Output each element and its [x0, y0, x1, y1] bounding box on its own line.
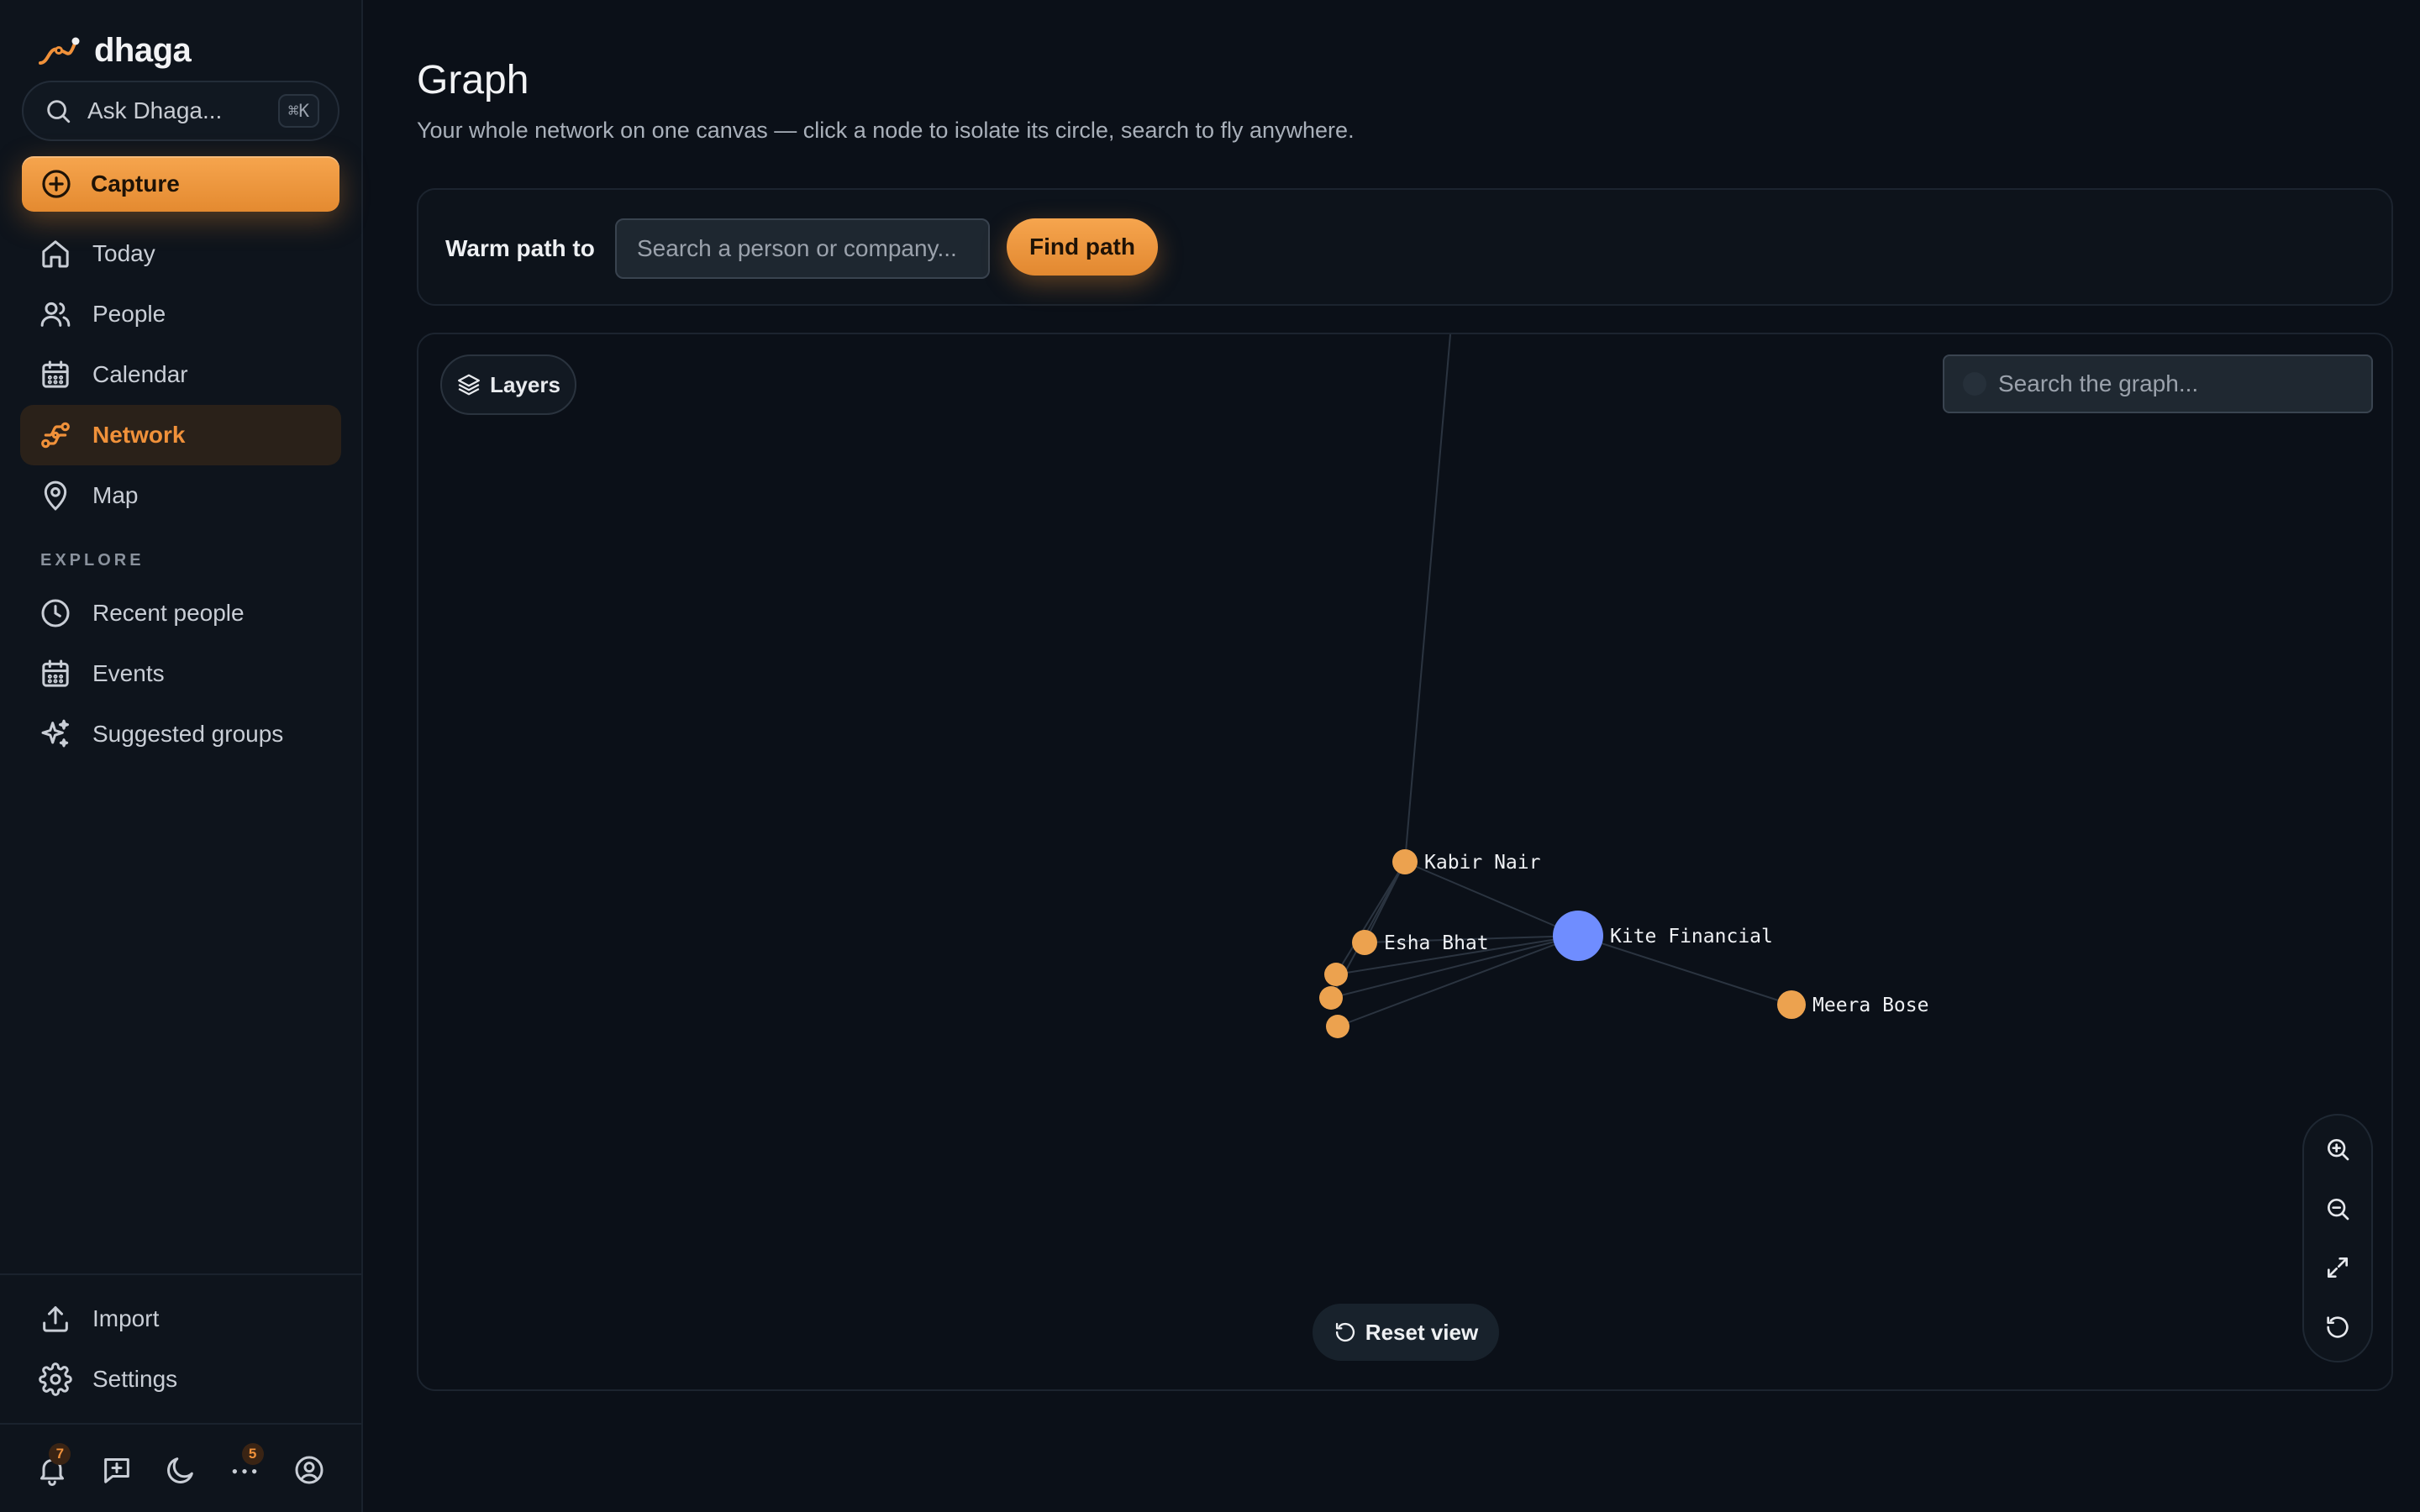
sidebar-item-label: Settings: [92, 1366, 178, 1392]
calendar-icon: [42, 360, 69, 388]
zoom-out-icon: [2328, 1198, 2349, 1221]
rotate-ccw-icon: [1335, 1322, 1355, 1342]
sidebar-item-network[interactable]: Network: [20, 405, 341, 465]
graph-node-kite[interactable]: [1553, 911, 1603, 961]
expand-icon: [2328, 1257, 2348, 1278]
graph-node-kabir[interactable]: [1392, 849, 1418, 874]
graph-node-meera[interactable]: [1777, 990, 1806, 1019]
clock-icon: [41, 599, 70, 627]
ask-dhaga-label: Ask Dhaga...: [87, 97, 223, 123]
sidebar-item-import[interactable]: Import: [20, 1289, 341, 1349]
explore-section-label: EXPLORE: [40, 551, 145, 570]
layers-button[interactable]: Layers: [440, 354, 576, 415]
notifications-button[interactable]: 7: [20, 1436, 84, 1504]
graph-node-p2[interactable]: [1319, 986, 1343, 1010]
graph-edge: [1404, 334, 1451, 863]
warm-path-label: Warm path to: [445, 235, 595, 261]
sidebar-item-label: People: [92, 301, 166, 327]
ask-dhaga-search[interactable]: Ask Dhaga... ⌘K: [22, 81, 339, 141]
warm-path-search-input[interactable]: [615, 218, 990, 279]
moon-icon: [167, 1457, 193, 1483]
primary-nav: Today People Calendar Network Map: [20, 223, 341, 526]
map-pin-icon: [44, 480, 67, 511]
sidebar-item-map[interactable]: Map: [20, 465, 341, 526]
more-count-badge: 5: [241, 1443, 264, 1465]
zoom-in-button[interactable]: [2312, 1124, 2363, 1174]
sidebar-item-events[interactable]: Events: [20, 643, 341, 704]
theme-toggle-button[interactable]: [149, 1436, 213, 1504]
upload-icon: [43, 1306, 68, 1332]
graph-nodes: Kite Financial Kabir Nair Esha Bhat Meera B…: [1319, 849, 1928, 1038]
people-icon: [40, 302, 71, 327]
account-button[interactable]: [277, 1436, 341, 1504]
graph-search-input[interactable]: [1998, 370, 2351, 397]
sidebar-item-recent-people[interactable]: Recent people: [20, 583, 341, 643]
keyboard-shortcut-badge: ⌘K: [277, 94, 319, 128]
graph-node-label: Esha Bhat: [1384, 932, 1489, 954]
layers-icon: [458, 374, 481, 396]
graph-node-label: Kabir Nair: [1424, 852, 1540, 874]
page-subtitle: Your whole network on one canvas — click…: [417, 118, 1355, 143]
capture-button[interactable]: Capture: [22, 156, 339, 212]
dhaga-logo-icon: [39, 37, 80, 65]
graph-node-label: Meera Bose: [1812, 995, 1928, 1016]
fit-view-button[interactable]: [2312, 1242, 2363, 1293]
sidebar-divider: [0, 1273, 363, 1275]
graph-node-p1[interactable]: [1324, 963, 1348, 986]
app-root: dhaga Ask Dhaga... ⌘K Capture Today Peop…: [0, 0, 2420, 1512]
graph-canvas[interactable]: Kite Financial Kabir Nair Esha Bhat Meera B…: [417, 333, 2393, 1391]
warm-path-card: Warm path to Find path: [417, 188, 2393, 306]
zoom-controls: [2302, 1114, 2373, 1362]
sidebar-item-today[interactable]: Today: [20, 223, 341, 284]
message-plus-icon: [103, 1458, 129, 1483]
sidebar-item-people[interactable]: People: [20, 284, 341, 344]
find-path-button[interactable]: Find path: [1007, 218, 1158, 276]
sidebar-item-suggested-groups[interactable]: Suggested groups: [20, 704, 341, 764]
network-icon: [41, 422, 70, 449]
brand[interactable]: dhaga: [37, 32, 192, 70]
zoom-out-button[interactable]: [2312, 1184, 2363, 1234]
layers-label: Layers: [490, 371, 560, 397]
rotate-ccw-icon: [2327, 1315, 2349, 1338]
sidebar-item-label: Events: [92, 660, 165, 686]
reset-zoom-button[interactable]: [2312, 1302, 2363, 1352]
sidebar-item-settings[interactable]: Settings: [20, 1349, 341, 1410]
sidebar-item-label: Recent people: [92, 600, 245, 626]
graph-search[interactable]: [1943, 354, 2373, 413]
zoom-in-icon: [2328, 1139, 2349, 1161]
sidebar-item-calendar[interactable]: Calendar: [20, 344, 341, 405]
sidebar-item-label: Today: [92, 240, 155, 266]
calendar-icon: [42, 659, 69, 687]
graph-node-esha[interactable]: [1352, 930, 1377, 955]
graph-node-label: Kite Financial: [1610, 926, 1773, 948]
reset-view-button[interactable]: Reset view: [1313, 1304, 1499, 1361]
home-icon: [42, 240, 69, 268]
sidebar-item-label: Suggested groups: [92, 721, 284, 747]
explore-nav: Recent people Events Suggested groups: [20, 583, 341, 764]
gear-icon: [39, 1362, 72, 1396]
sidebar-item-label: Calendar: [92, 361, 188, 387]
sidebar-divider: [0, 1423, 363, 1425]
footer-nav: Import Settings: [20, 1289, 341, 1410]
reset-view-label: Reset view: [1365, 1319, 1479, 1345]
user-circle-icon: [295, 1456, 324, 1484]
graph-node-p3[interactable]: [1326, 1015, 1349, 1038]
sidebar: dhaga Ask Dhaga... ⌘K Capture Today Peop…: [0, 0, 363, 1512]
sidebar-bottom-bar: 7 5: [20, 1436, 341, 1504]
brand-name: dhaga: [94, 32, 192, 69]
plus-circle-icon: [42, 170, 71, 198]
capture-label: Capture: [91, 171, 180, 197]
page-title: Graph: [417, 58, 529, 102]
network-graph[interactable]: Kite Financial Kabir Nair Esha Bhat Meera B…: [418, 334, 2393, 1391]
graph-edge: [1335, 861, 1406, 975]
sidebar-item-label: Map: [92, 482, 139, 508]
sidebar-item-label: Network: [92, 422, 186, 448]
sparkles-icon: [41, 719, 69, 748]
search-icon: [1963, 372, 1986, 396]
sidebar-item-label: Import: [92, 1305, 160, 1331]
more-button[interactable]: 5: [213, 1436, 276, 1504]
feedback-button[interactable]: [84, 1436, 148, 1504]
search-icon: [47, 100, 71, 123]
